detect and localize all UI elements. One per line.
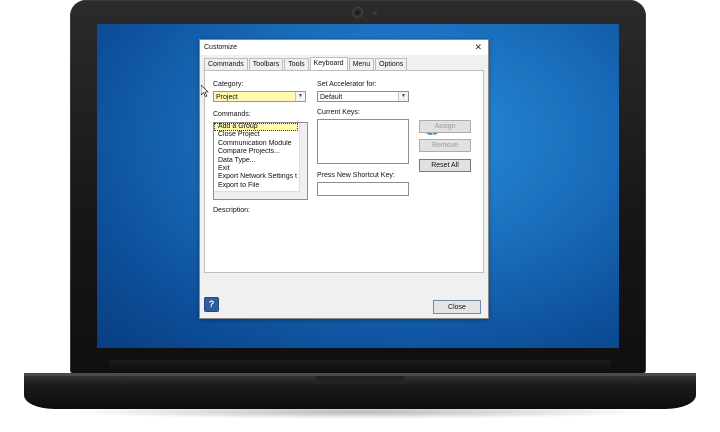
- webcam-indicator: [373, 11, 377, 15]
- commands-label: Commands:: [213, 111, 251, 118]
- press-new-shortcut-label: Press New Shortcut Key:: [317, 172, 395, 179]
- keyboard-panel: Category: Project ▼ Commands: Add a Grou…: [204, 70, 484, 273]
- vertical-scrollbar[interactable]: [299, 123, 307, 199]
- set-accelerator-value: Default: [320, 94, 343, 101]
- close-icon[interactable]: ✕: [474, 42, 482, 53]
- list-item[interactable]: Compare Projects...: [214, 148, 298, 156]
- mouse-pointer-icon: [201, 85, 209, 97]
- list-item[interactable]: Exit: [214, 165, 298, 173]
- dialog-titlebar[interactable]: Customize ✕: [200, 40, 488, 55]
- set-accelerator-label: Set Accelerator for:: [317, 81, 377, 88]
- horizontal-scrollbar[interactable]: [214, 191, 300, 199]
- webcam: [353, 8, 362, 17]
- list-item[interactable]: Export Network Settings t: [214, 173, 298, 181]
- tab-strip: Commands Toolbars Tools Keyboard Menu Op…: [204, 57, 408, 71]
- commands-list[interactable]: Add a Group Close Project Communication …: [213, 122, 308, 200]
- desktop-screen: Customize ✕ Commands Toolbars Tools Keyb…: [97, 24, 619, 348]
- category-label: Category:: [213, 81, 244, 88]
- list-item[interactable]: Export to File: [214, 182, 298, 190]
- category-select[interactable]: Project ▼: [213, 91, 306, 102]
- laptop-hinge: [110, 360, 610, 373]
- dialog-title: Customize: [204, 44, 238, 51]
- remove-button[interactable]: Remove: [419, 139, 471, 152]
- chevron-down-icon[interactable]: ▼: [398, 92, 408, 101]
- description-label: Description:: [213, 207, 250, 214]
- list-item[interactable]: Add a Group: [214, 123, 298, 132]
- list-item[interactable]: Close Project: [214, 131, 298, 139]
- chevron-down-icon[interactable]: ▼: [295, 92, 305, 101]
- list-item[interactable]: Communication Module: [214, 140, 298, 148]
- current-keys-label: Current Keys:: [317, 109, 360, 116]
- new-shortcut-input[interactable]: [317, 182, 409, 196]
- close-button[interactable]: Close: [433, 300, 481, 314]
- help-button[interactable]: ?: [204, 297, 219, 312]
- tab-keyboard[interactable]: Keyboard: [309, 57, 348, 71]
- laptop-lid-notch: [315, 376, 405, 381]
- set-accelerator-select[interactable]: Default ▼: [317, 91, 409, 102]
- list-item[interactable]: Data Type...: [214, 157, 298, 165]
- reset-all-button[interactable]: Reset All: [419, 159, 471, 172]
- assign-button[interactable]: Assign: [419, 120, 471, 133]
- current-keys-list[interactable]: [317, 119, 409, 164]
- customize-dialog: Customize ✕ Commands Toolbars Tools Keyb…: [199, 39, 489, 319]
- category-value: Project: [216, 94, 238, 101]
